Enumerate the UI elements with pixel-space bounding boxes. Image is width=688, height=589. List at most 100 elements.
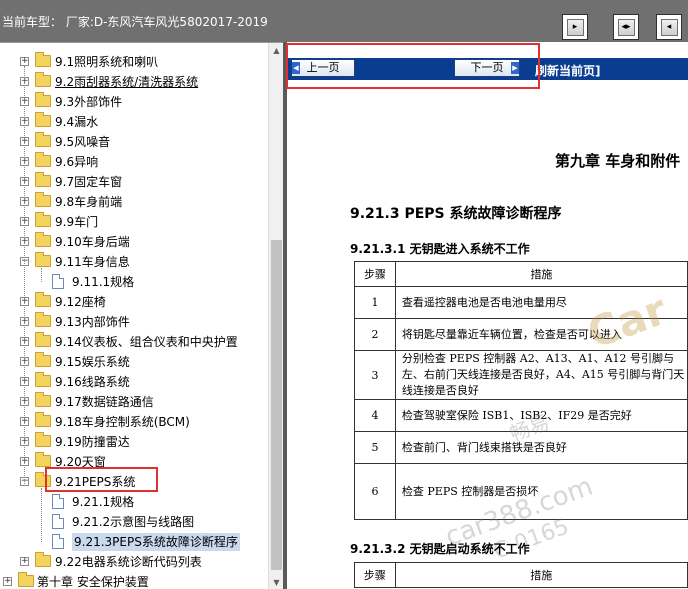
tree-item-label[interactable]: 9.12座椅 <box>55 293 106 311</box>
tree-item-label[interactable]: 9.21.3PEPS系统故障诊断程序 <box>72 533 240 551</box>
folder-icon <box>35 372 51 387</box>
tree-item-label[interactable]: 9.8车身前端 <box>55 193 122 211</box>
scroll-down-arrow-icon[interactable]: ▼ <box>269 575 283 589</box>
measure-cell: 分别检查 PEPS 控制器 A2、A13、A1、A12 号引脚与左、右前门天线连… <box>394 350 688 400</box>
tree-folder-item[interactable]: +9.7固定车窗 <box>0 172 268 192</box>
tree-folder-item[interactable]: +9.3外部饰件 <box>0 92 268 112</box>
tree-item-label[interactable]: 9.19防撞雷达 <box>55 433 130 451</box>
tree-item-label[interactable]: 9.10车身后端 <box>55 233 130 251</box>
step-column-header: 步骤 <box>354 261 396 287</box>
folder-icon <box>35 232 51 247</box>
top-header-bar: 当前车型： 厂家:D-东风汽车风光5802017-2019 ▸ ◂▸ ◂ <box>0 0 688 42</box>
tree-item-label[interactable]: 9.7固定车窗 <box>55 173 122 191</box>
folder-icon <box>35 52 51 67</box>
expand-icon[interactable]: + <box>20 57 29 66</box>
tree-item-label[interactable]: 9.2雨刮器系统/清洗器系统 <box>55 73 198 91</box>
table-row: 3 分别检查 PEPS 控制器 A2、A13、A1、A12 号引脚与左、右前门天线… <box>354 350 688 400</box>
toolbar-button-1[interactable]: ▸ <box>562 14 588 40</box>
tree-folder-item[interactable]: +9.4漏水 <box>0 112 268 132</box>
tree-folder-item[interactable]: +9.2雨刮器系统/清洗器系统 <box>0 72 268 92</box>
folder-icon <box>35 92 51 107</box>
table-header-row: 步骤 措施 <box>354 261 688 287</box>
tree-item-label[interactable]: 9.4漏水 <box>55 113 98 131</box>
tree-item-label[interactable]: 9.6异响 <box>55 153 98 171</box>
folder-icon <box>18 572 34 587</box>
step-cell: 5 <box>354 431 396 464</box>
tree-folder-item[interactable]: +9.14仪表板、组合仪表和中央护置 <box>0 332 268 352</box>
tree-folder-item[interactable]: +9.6异响 <box>0 152 268 172</box>
refresh-page-link[interactable]: 刷新当前页] <box>535 62 601 79</box>
folder-icon <box>35 312 51 327</box>
step-column-header: 步骤 <box>354 562 396 588</box>
folder-icon <box>35 172 51 187</box>
tree-item-label[interactable]: 9.21.2示意图与线路图 <box>72 513 194 531</box>
tree-folder-item[interactable]: +9.17数据链路通信 <box>0 392 268 412</box>
document-icon <box>52 514 64 529</box>
highlight-box-nav <box>286 43 540 89</box>
tree-item-label[interactable]: 9.1照明系统和喇叭 <box>55 53 158 71</box>
expand-icon[interactable]: + <box>3 577 12 586</box>
tree-folder-item[interactable]: +9.12座椅 <box>0 292 268 312</box>
tree-item-label[interactable]: 9.15娱乐系统 <box>55 353 130 371</box>
folder-icon <box>35 332 51 347</box>
section-title: 9.21.3 PEPS 系统故障诊断程序 <box>350 206 562 222</box>
tree-item-label[interactable]: 9.16线路系统 <box>55 373 130 391</box>
folder-icon <box>35 192 51 207</box>
step-cell: 2 <box>354 318 396 351</box>
tree-item-label[interactable]: 9.3外部饰件 <box>55 93 122 111</box>
scroll-thumb[interactable] <box>271 240 282 570</box>
tree-folder-item[interactable]: +9.16线路系统 <box>0 372 268 392</box>
tree-folder-item[interactable]: +9.18车身控制系统(BCM) <box>0 412 268 432</box>
document-icon <box>52 534 64 549</box>
tree-folder-item[interactable]: +9.19防撞雷达 <box>0 432 268 452</box>
highlight-box-tree <box>45 467 158 492</box>
folder-icon <box>35 132 51 147</box>
tree-item-label[interactable]: 9.22电器系统诊断代码列表 <box>55 553 202 571</box>
tree-folder-item[interactable]: +9.13内部饰件 <box>0 312 268 332</box>
tree-folder-item[interactable]: +9.22电器系统诊断代码列表 <box>0 552 268 572</box>
folder-icon <box>35 552 51 567</box>
tree-item-label[interactable]: 9.18车身控制系统(BCM) <box>55 413 190 431</box>
folder-icon <box>35 252 51 267</box>
document-icon <box>52 274 64 289</box>
chapter-title: 第九章 车身和附件 <box>555 152 681 170</box>
split-icon: ◂▸ <box>617 18 635 36</box>
folder-icon <box>35 452 51 467</box>
folder-icon <box>35 392 51 407</box>
current-vehicle-label: 当前车型： 厂家:D-东风汽车风光5802017-2019 <box>2 15 268 29</box>
tree-folder-item[interactable]: +9.9车门 <box>0 212 268 232</box>
tree-scrollbar[interactable]: ▲ ▼ <box>268 43 283 589</box>
folder-icon <box>35 112 51 127</box>
tree-item-label[interactable]: 9.14仪表板、组合仪表和中央护置 <box>55 333 238 351</box>
tree-folder-item[interactable]: +9.10车身后端 <box>0 232 268 252</box>
toolbar-button-3[interactable]: ◂ <box>656 14 682 40</box>
tree-folder-item[interactable]: +9.1照明系统和喇叭 <box>0 52 268 72</box>
tree-folder-item[interactable]: +9.15娱乐系统 <box>0 352 268 372</box>
folder-icon <box>35 432 51 447</box>
tree-folder-item[interactable]: +9.5风噪音 <box>0 132 268 152</box>
tree-folder-item[interactable]: +9.8车身前端 <box>0 192 268 212</box>
tree-list: +9.1照明系统和喇叭 +9.2雨刮器系统/清洗器系统 +9.3外部饰件 +9.4漏水… <box>0 52 268 589</box>
measure-column-header: 措施 <box>394 261 688 287</box>
diagnosis-table-2: 步骤 措施 <box>354 562 688 588</box>
scroll-up-arrow-icon[interactable]: ▲ <box>269 43 283 58</box>
tree-item-label[interactable]: 9.21.1规格 <box>72 493 134 511</box>
tree-item-label[interactable]: 9.11.1规格 <box>72 273 134 291</box>
expand-icon[interactable]: + <box>20 557 29 566</box>
tree-item-label[interactable]: 第十章 安全保护装置 <box>37 573 149 589</box>
step-cell: 6 <box>354 463 396 520</box>
tree-item-label[interactable]: 9.17数据链路通信 <box>55 393 154 411</box>
tree-folder-item[interactable]: + 第十章 安全保护装置 <box>0 572 268 589</box>
toolbar-button-2[interactable]: ◂▸ <box>613 14 639 40</box>
folder-icon <box>35 352 51 367</box>
play-icon: ▸ <box>566 18 584 36</box>
tree-item-label[interactable]: 9.5风噪音 <box>55 133 110 151</box>
tree-connector-line <box>41 268 42 282</box>
tree-item-label[interactable]: 9.9车门 <box>55 213 98 231</box>
measure-column-header: 措施 <box>394 562 688 588</box>
folder-icon <box>35 412 51 427</box>
tree-connector-line <box>24 66 25 486</box>
tree-item-label[interactable]: 9.11车身信息 <box>55 253 130 271</box>
subsection-title-1: 9.21.3.1 无钥匙进入系统不工作 <box>350 242 530 256</box>
tree-item-label[interactable]: 9.13内部饰件 <box>55 313 130 331</box>
